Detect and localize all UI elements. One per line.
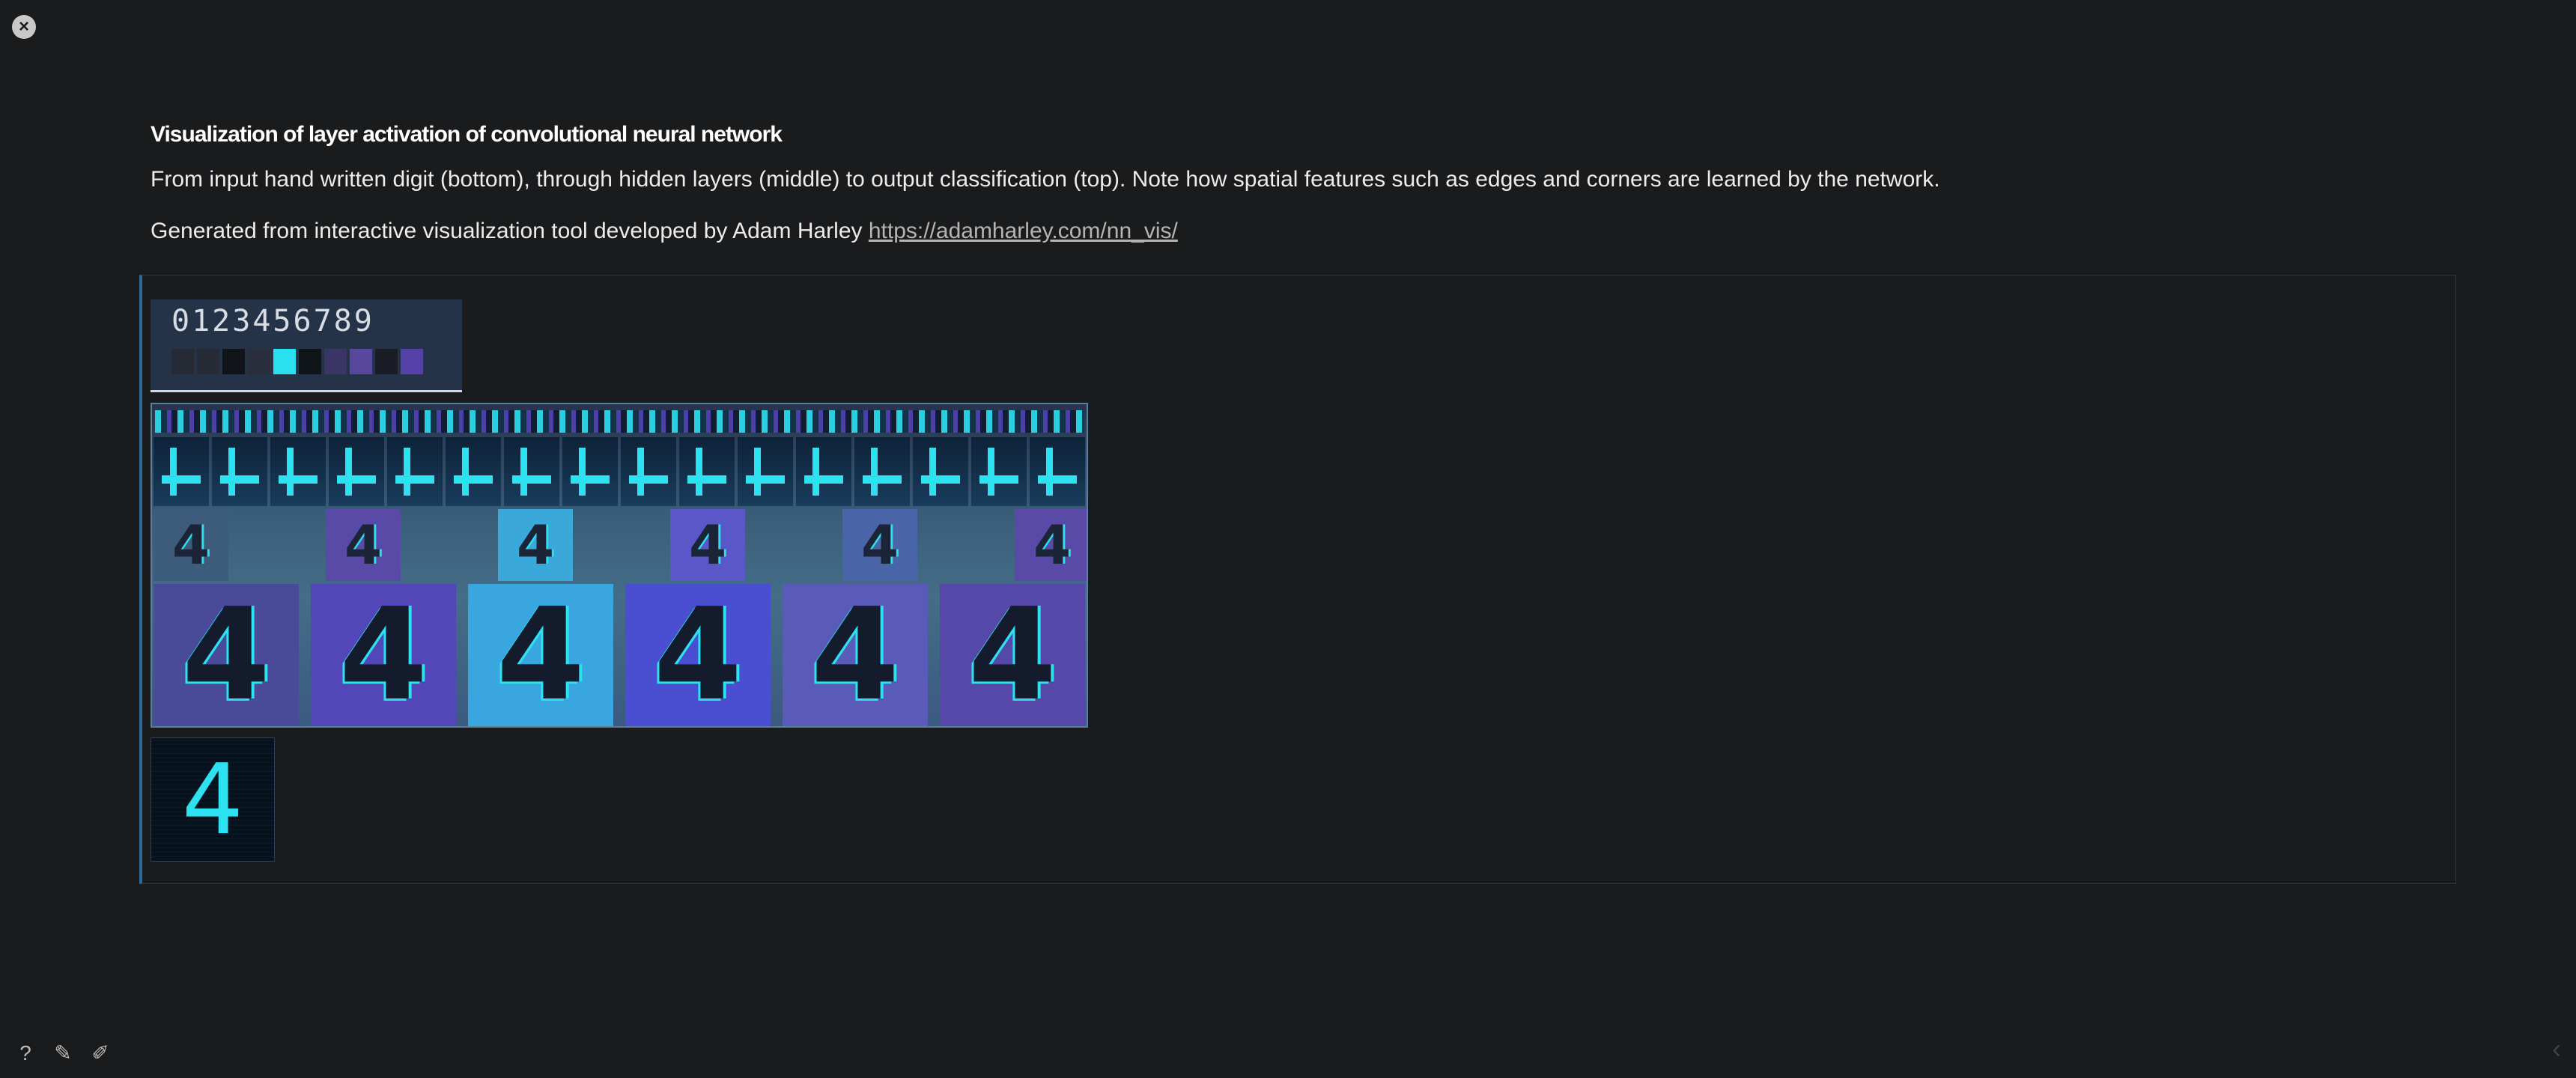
feature-map xyxy=(913,437,968,506)
output-activation-cell xyxy=(273,349,296,374)
feature-map: 4 xyxy=(670,509,745,581)
feature-map xyxy=(796,437,851,506)
feature-map: 4 xyxy=(783,581,928,726)
feature-map: 4 xyxy=(842,509,917,581)
output-digit-labels: 0123456789 xyxy=(171,304,374,338)
help-icon[interactable]: ? xyxy=(15,1041,36,1065)
feature-map xyxy=(679,437,735,506)
feature-map: 4 xyxy=(311,581,456,726)
feature-map: 4 xyxy=(468,581,613,726)
feature-map xyxy=(562,437,618,506)
output-activation-cell xyxy=(171,349,194,374)
edit-icon[interactable]: ✎ xyxy=(52,1041,73,1065)
feature-map: 4 xyxy=(625,581,771,726)
output-activation-cell xyxy=(324,349,347,374)
output-activation-cell xyxy=(375,349,398,374)
feature-map xyxy=(1030,437,1085,506)
input-digit: 4 xyxy=(151,737,275,862)
output-activation-cell xyxy=(350,349,372,374)
output-activations xyxy=(171,349,423,374)
slide-title: Visualization of layer activation of con… xyxy=(151,122,783,147)
output-activation-cell xyxy=(222,349,245,374)
feature-map xyxy=(446,437,501,506)
credit-paragraph: Generated from interactive visualization… xyxy=(151,216,2397,246)
credit-text: Generated from interactive visualization… xyxy=(151,219,869,243)
hidden-layers: 444444 444444 xyxy=(151,403,1088,728)
feature-map xyxy=(387,437,443,506)
feature-map: 4 xyxy=(1015,509,1087,581)
description-paragraph: From input hand written digit (bottom), … xyxy=(151,167,1940,192)
output-activation-cell xyxy=(401,349,423,374)
pencil-icon[interactable]: ✐ xyxy=(90,1041,111,1065)
feature-map: 4 xyxy=(326,509,401,581)
pool-layer-1-maps: 4 4 4 4 4 4 xyxy=(154,509,1087,581)
feature-map xyxy=(329,437,384,506)
feature-map xyxy=(212,437,267,506)
output-activation-cell xyxy=(197,349,219,374)
bottom-toolbar: ? ✎ ✐ xyxy=(15,1041,111,1065)
feature-map xyxy=(621,437,676,506)
nn-vis-link[interactable]: https://adamharley.com/nn_vis/ xyxy=(869,219,1178,243)
close-icon[interactable]: × xyxy=(12,15,36,39)
feature-map xyxy=(504,437,559,506)
conv-layer-1-maps: 444444 xyxy=(154,581,1085,726)
output-activation-cell xyxy=(299,349,321,374)
feature-map xyxy=(270,437,326,506)
feature-map: 4 xyxy=(940,581,1085,726)
conv-layer-2-maps xyxy=(154,437,1085,506)
feature-map xyxy=(154,437,209,506)
feature-map xyxy=(854,437,910,506)
output-layer: 0123456789 xyxy=(151,299,462,392)
feature-map: 4 xyxy=(154,509,228,581)
feature-map xyxy=(738,437,793,506)
feature-map: 4 xyxy=(154,581,299,726)
slide-content: Visualization of layer activation of con… xyxy=(151,120,2397,246)
fully-connected-layer xyxy=(155,410,1084,433)
output-activation-cell xyxy=(248,349,270,374)
feature-map xyxy=(971,437,1027,506)
feature-map: 4 xyxy=(498,509,573,581)
prev-slide-icon[interactable]: ‹ xyxy=(2552,1033,2561,1065)
